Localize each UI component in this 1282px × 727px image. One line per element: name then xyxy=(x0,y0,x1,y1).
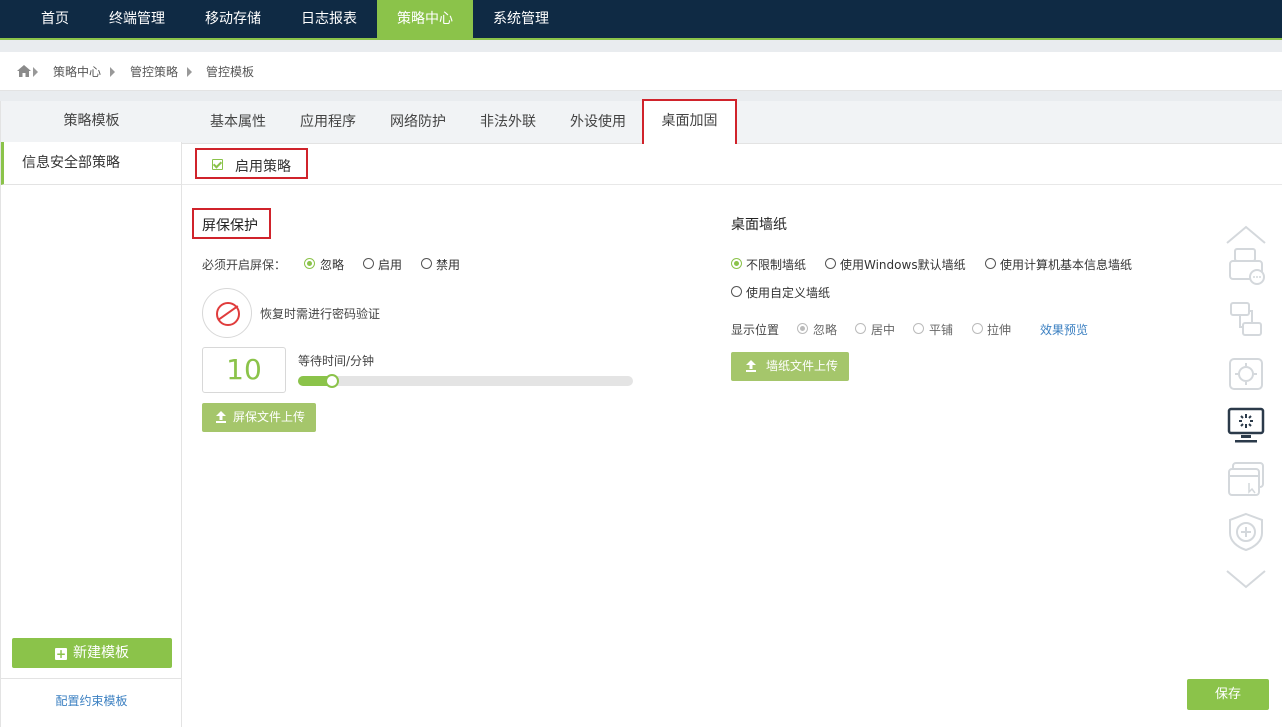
radio-wallpaper-computer-info[interactable] xyxy=(985,258,996,269)
breadcrumb-separator xyxy=(110,67,115,77)
gear-chip-icon[interactable] xyxy=(1225,353,1267,395)
radio-position-center[interactable] xyxy=(855,323,866,334)
tab-bar: 基本属性 应用程序 网络防护 非法外联 外设使用 桌面加固 xyxy=(182,99,1282,144)
sidebar-item-selected[interactable]: 信息安全部策略 xyxy=(1,142,182,185)
radio-wallpaper-windows-default[interactable] xyxy=(825,258,836,269)
screensaver-upload-label: 屏保文件上传 xyxy=(233,410,306,424)
radio-wallpaper-unrestricted[interactable] xyxy=(731,258,742,269)
enable-policy-checkbox[interactable]: 启用策略 xyxy=(195,148,308,179)
chevron-down-icon[interactable] xyxy=(1225,559,1267,589)
radio-label: 忽略 xyxy=(320,258,345,272)
chevron-up-icon[interactable] xyxy=(1225,213,1267,244)
radio-label: 拉伸 xyxy=(987,323,1012,337)
tab-applications[interactable]: 应用程序 xyxy=(300,101,356,144)
tab-peripheral-usage[interactable]: 外设使用 xyxy=(570,101,626,144)
new-template-label: 新建模板 xyxy=(73,645,129,661)
password-verify-label: 恢复时需进行密码验证 xyxy=(260,307,381,321)
radio-label: 使用Windows默认墙纸 xyxy=(840,258,966,272)
breadcrumb-item[interactable]: 管控策略 xyxy=(130,63,178,80)
sidebar-header: 策略模板 xyxy=(1,101,182,142)
radio-label: 使用自定义墙纸 xyxy=(746,286,831,300)
nav-terminal-management[interactable]: 终端管理 xyxy=(92,0,182,38)
radio-position-stretch[interactable] xyxy=(972,323,983,334)
enable-policy-label: 启用策略 xyxy=(235,159,291,175)
browser-window-icon[interactable] xyxy=(1225,459,1267,501)
radio-label: 不限制墙纸 xyxy=(746,258,807,272)
divider xyxy=(182,184,1282,185)
wait-time-label: 等待时间/分钟 xyxy=(298,354,375,368)
radio-label: 启用 xyxy=(378,258,403,272)
plus-icon: + xyxy=(55,647,67,661)
radio-screensaver-disable[interactable] xyxy=(421,258,432,269)
radio-position-tile[interactable] xyxy=(913,323,924,334)
screensaver-required-label: 必须开启屏保： xyxy=(202,258,287,272)
display-position-label: 显示位置 xyxy=(731,323,780,337)
network-transfer-icon[interactable] xyxy=(1225,299,1267,341)
nav-home[interactable]: 首页 xyxy=(25,0,85,38)
wait-time-value[interactable]: 10 xyxy=(202,347,286,393)
template-sidebar: 策略模板 信息安全部策略 + 新建模板 配置约束模板 xyxy=(0,101,182,727)
radio-screensaver-ignore[interactable] xyxy=(304,258,315,269)
nav-system-management[interactable]: 系统管理 xyxy=(476,0,566,38)
upload-icon xyxy=(746,360,756,372)
radio-screensaver-enable[interactable] xyxy=(363,258,374,269)
config-constraint-template-link[interactable]: 配置约束模板 xyxy=(1,692,182,709)
radio-label: 居中 xyxy=(871,323,896,337)
password-verify-toggle-icon[interactable] xyxy=(202,288,252,338)
radio-label: 使用计算机基本信息墙纸 xyxy=(1000,258,1133,272)
breadcrumb: 策略中心 管控策略 管控模板 xyxy=(0,52,1282,91)
radio-label: 禁用 xyxy=(436,258,461,272)
save-button[interactable]: 保存 xyxy=(1187,679,1269,710)
printer-icon[interactable] xyxy=(1225,245,1267,287)
breadcrumb-item[interactable]: 策略中心 xyxy=(53,63,101,80)
radio-position-ignore[interactable] xyxy=(797,323,808,334)
tab-illegal-outreach[interactable]: 非法外联 xyxy=(480,101,536,144)
upload-icon xyxy=(216,411,226,423)
screensaver-upload-button[interactable]: 屏保文件上传 xyxy=(202,403,316,432)
radio-wallpaper-custom[interactable] xyxy=(731,286,742,297)
breadcrumb-current: 管控模板 xyxy=(206,65,255,79)
tab-basic-properties[interactable]: 基本属性 xyxy=(210,101,266,144)
breadcrumb-separator xyxy=(33,67,38,77)
preview-effect-link[interactable]: 效果预览 xyxy=(1040,321,1088,338)
tab-network-protection[interactable]: 网络防护 xyxy=(390,101,446,144)
radio-label: 平铺 xyxy=(929,323,954,337)
new-template-button[interactable]: + 新建模板 xyxy=(12,638,172,668)
top-nav: 首页 终端管理 移动存储 日志报表 策略中心 系统管理 xyxy=(0,0,1282,40)
wait-time-slider[interactable] xyxy=(298,374,633,388)
nav-policy-center[interactable]: 策略中心 xyxy=(377,0,473,38)
screensaver-title-box: 屏保保护 xyxy=(192,208,271,239)
radio-label: 忽略 xyxy=(813,323,838,337)
main-panel: 基本属性 应用程序 网络防护 非法外联 外设使用 桌面加固 启用策略 屏保保护 … xyxy=(182,99,1282,727)
checkbox-checked-icon[interactable] xyxy=(212,159,223,170)
shield-plus-icon[interactable] xyxy=(1225,511,1267,553)
breadcrumb-separator xyxy=(187,67,192,77)
wallpaper-title: 桌面墙纸 xyxy=(731,217,787,233)
divider xyxy=(1,678,182,679)
wallpaper-upload-label: 墙纸文件上传 xyxy=(766,359,839,373)
screensaver-title: 屏保保护 xyxy=(202,218,258,234)
wallpaper-upload-button[interactable]: 墙纸文件上传 xyxy=(731,352,849,381)
home-icon[interactable] xyxy=(17,65,31,77)
nav-mobile-storage[interactable]: 移动存储 xyxy=(188,0,278,38)
desktop-monitor-icon[interactable] xyxy=(1225,405,1267,447)
slider-handle[interactable] xyxy=(325,374,339,388)
tab-desktop-hardening[interactable]: 桌面加固 xyxy=(642,99,737,144)
nav-log-reports[interactable]: 日志报表 xyxy=(284,0,374,38)
